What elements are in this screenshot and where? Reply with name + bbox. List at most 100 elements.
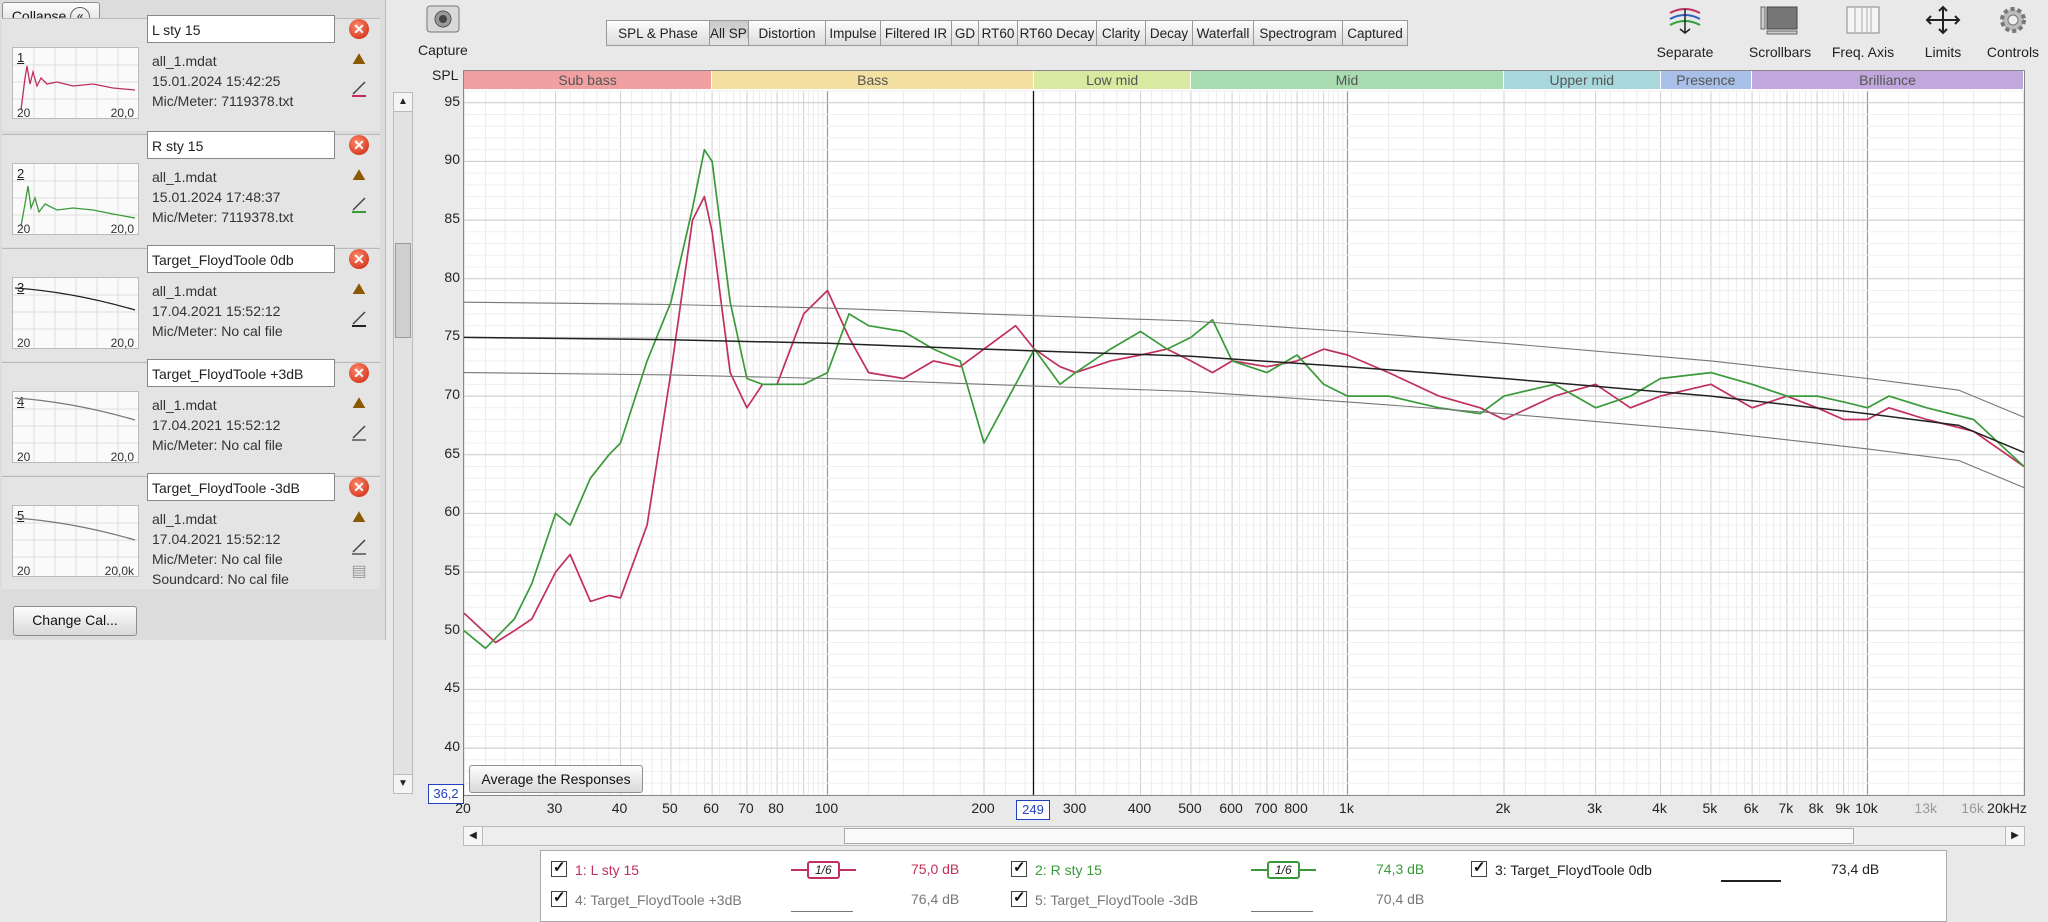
legend-value: 76,4 dB (911, 891, 960, 907)
legend-checkbox[interactable] (551, 888, 567, 907)
change-cal-button[interactable]: Change Cal... (13, 606, 137, 636)
trace-color-icon[interactable] (350, 423, 368, 441)
gear-icon (2000, 7, 2026, 33)
freq-axis-tool[interactable]: Freq. Axis (1830, 2, 1896, 60)
scroll-thumb[interactable] (395, 243, 411, 338)
measurement-date: 17.04.2021 15:52:12 (152, 531, 281, 547)
waterfall-icon[interactable]: ⛰ (350, 395, 368, 413)
legend-value: 73,4 dB (1831, 861, 1880, 877)
measurement-name-field[interactable]: R sty 15 (147, 131, 335, 159)
camera-icon (426, 5, 460, 33)
x-tick-label: 7k (1778, 800, 1794, 816)
delete-measurement-icon[interactable]: ✕ (349, 477, 369, 497)
tab-spectrogram[interactable]: Spectrogram (1253, 20, 1343, 46)
tab-rt60-decay[interactable]: RT60 Decay (1017, 20, 1097, 46)
trace-color-icon[interactable] (350, 79, 368, 97)
x-tick-label: 60 (703, 800, 719, 816)
tab-spl-phase[interactable]: SPL & Phase (606, 20, 710, 46)
scroll-left-arrow[interactable]: ◀ (464, 827, 483, 845)
y-tick-label: 75 (444, 327, 460, 344)
legend-checkbox[interactable] (1011, 888, 1027, 907)
scroll-down-arrow[interactable]: ▼ (394, 774, 412, 793)
measurement-card[interactable]: L sty 15 ✕ 1 20 20,0 all_1.mdat 15.01.2024 15:… (2, 15, 380, 131)
tab-distortion[interactable]: Distortion (748, 20, 826, 46)
y-tick-label: 55 (444, 562, 460, 579)
measurement-card[interactable]: Target_FloydToole 0db ✕ 3 20 20,0 all_1.mdat 1… (2, 245, 380, 361)
legend-smoothing-line[interactable]: 1/6 (1251, 861, 1316, 879)
x-tick-label: 1k (1339, 800, 1354, 816)
measurement-mic: Mic/Meter: No cal file (152, 551, 283, 567)
measurement-name-field[interactable]: L sty 15 (147, 15, 335, 43)
legend-item-3[interactable]: 3: Target_FloydToole 0db (1471, 858, 1652, 878)
separate-tool[interactable]: Separate (1652, 2, 1718, 60)
measurement-date: 15.01.2024 15:42:25 (152, 73, 281, 89)
legend-checkbox[interactable] (1011, 858, 1027, 877)
left-scrollbar[interactable]: ▲ ▼ (393, 92, 413, 794)
x-tick-label: 40 (611, 800, 628, 816)
measurement-date: 17.04.2021 15:52:12 (152, 417, 281, 433)
spl-plot[interactable]: Sub bass Bass Low mid Mid Upper mid Presence B… (463, 70, 2025, 796)
h-scroll-thumb[interactable] (844, 828, 1854, 844)
change-cal-label: Change Cal... (32, 612, 118, 628)
scroll-up-arrow[interactable]: ▲ (394, 93, 412, 112)
delete-measurement-icon[interactable]: ✕ (349, 363, 369, 383)
measurement-file: all_1.mdat (152, 397, 217, 413)
x-tick-label: 9k (1835, 800, 1851, 816)
delete-measurement-icon[interactable]: ✕ (349, 249, 369, 269)
measurement-thumbnail[interactable]: 2 20 20,0 (12, 163, 139, 236)
trace-color-icon[interactable] (350, 309, 368, 327)
series-line-5 (464, 372, 2024, 489)
legend-item-2[interactable]: 2: R sty 15 (1011, 858, 1102, 878)
tool-label: Separate (1656, 44, 1714, 60)
freq-axis-icon (1846, 6, 1880, 34)
controls-tool[interactable]: Controls (1980, 2, 2046, 60)
waterfall-icon[interactable]: ⛰ (350, 167, 368, 185)
legend-item-5[interactable]: 5: Target_FloydToole -3dB (1011, 888, 1198, 908)
x-tick-label: 2k (1495, 800, 1511, 816)
tab-gd[interactable]: GD (951, 20, 979, 46)
delete-measurement-icon[interactable]: ✕ (349, 19, 369, 39)
limits-tool[interactable]: Limits (1910, 2, 1976, 60)
legend-label: 3: Target_FloydToole 0db (1495, 862, 1652, 878)
tab-rt60[interactable]: RT60 (978, 20, 1018, 46)
measurement-card[interactable]: Target_FloydToole -3dB ✕ 5 20 20,0k all_1.mda… (2, 473, 380, 589)
legend-checkbox[interactable] (551, 858, 567, 877)
y-tick-label: 80 (444, 268, 460, 285)
tab-decay[interactable]: Decay (1145, 20, 1193, 46)
notes-icon[interactable]: ▤ (350, 563, 368, 581)
trace-color-icon[interactable] (350, 195, 368, 213)
trace-color-icon[interactable] (350, 537, 368, 555)
horizontal-scrollbar[interactable]: ◀ ▶ (463, 826, 2025, 846)
measurement-name-field[interactable]: Target_FloydToole 0db (147, 245, 335, 273)
tab-waterfall[interactable]: Waterfall (1192, 20, 1254, 46)
measurement-thumbnail[interactable]: 3 20 20,0 (12, 277, 139, 350)
legend-smoothing-line[interactable]: 1/6 (791, 861, 856, 879)
legend-item-1[interactable]: 1: L sty 15 (551, 858, 639, 878)
delete-measurement-icon[interactable]: ✕ (349, 135, 369, 155)
tab-all-spl[interactable]: All SPL (709, 20, 754, 46)
tab-impulse[interactable]: Impulse (825, 20, 881, 46)
legend-item-4[interactable]: 4: Target_FloydToole +3dB (551, 888, 742, 908)
measurement-thumbnail[interactable]: 1 20 20,0 (12, 47, 139, 120)
measurement-thumbnail[interactable]: 4 20 20,0 (12, 391, 139, 464)
measurement-card[interactable]: Target_FloydToole +3dB ✕ 4 20 20,0 all_1.mdat… (2, 359, 380, 475)
waterfall-icon[interactable]: ⛰ (350, 509, 368, 527)
scrollbars-tool[interactable]: Scrollbars (1740, 2, 1820, 60)
measurement-card[interactable]: R sty 15 ✕ 2 20 20,0 all_1.mdat 15.01.2024 17:… (2, 131, 380, 247)
tab-clarity[interactable]: Clarity (1096, 20, 1146, 46)
x-tick-label: 10k (1855, 800, 1878, 816)
legend-line-swatch (1721, 869, 1781, 885)
measurement-name-field[interactable]: Target_FloydToole +3dB (147, 359, 335, 387)
waterfall-icon[interactable]: ⛰ (350, 281, 368, 299)
legend-checkbox[interactable] (1471, 858, 1487, 877)
measurement-thumbnail[interactable]: 5 20 20,0k (12, 505, 139, 578)
y-tick-label: 60 (444, 503, 460, 520)
scroll-right-arrow[interactable]: ▶ (2005, 827, 2024, 845)
measurement-name-field[interactable]: Target_FloydToole -3dB (147, 473, 335, 501)
x-tick-label: 5k (1702, 800, 1718, 816)
tab-filtered-ir[interactable]: Filtered IR (880, 20, 952, 46)
average-responses-button[interactable]: Average the Responses (469, 765, 643, 793)
capture-tool[interactable]: Capture (418, 2, 468, 58)
tab-captured[interactable]: Captured (1342, 20, 1408, 46)
waterfall-icon[interactable]: ⛰ (350, 51, 368, 69)
